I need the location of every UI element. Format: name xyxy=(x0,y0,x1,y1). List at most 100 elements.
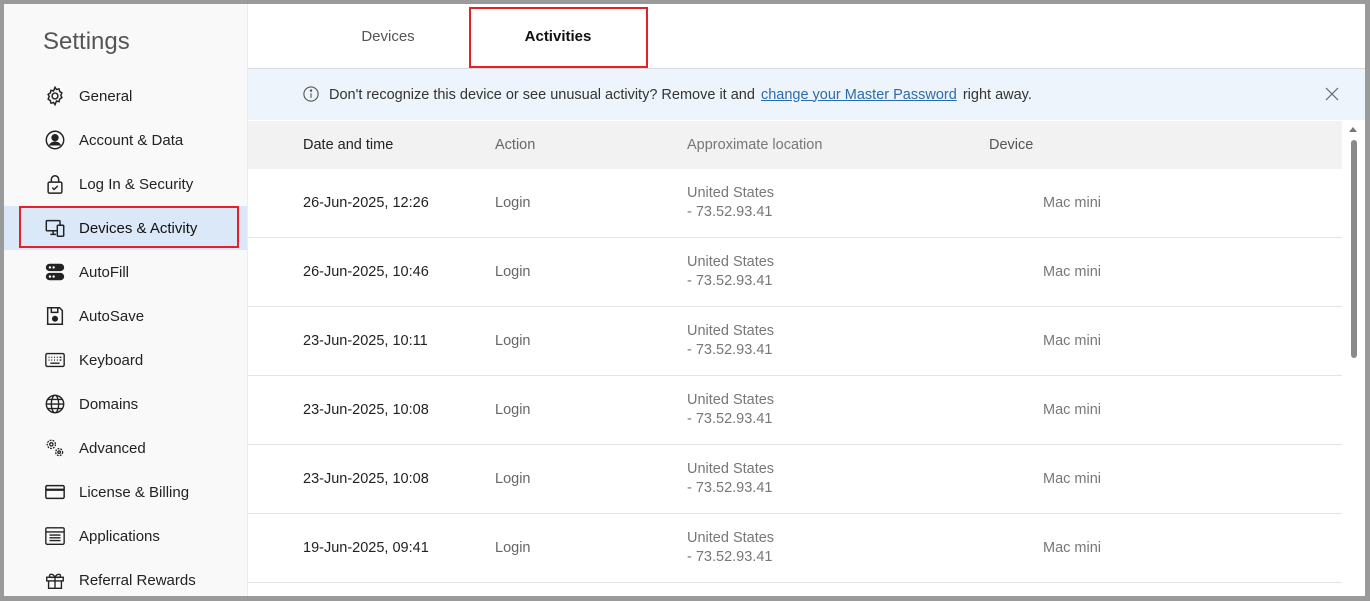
sidebar-item-advanced[interactable]: Advanced xyxy=(4,426,247,470)
cell-location: United States - 73.52.93.41 xyxy=(687,322,774,360)
sidebar-item-label: Account & Data xyxy=(79,131,184,149)
cell-location: United States - 73.52.93.41 xyxy=(687,184,774,222)
activity-table: Date and time Action Approximate locatio… xyxy=(248,121,1342,583)
sidebar-item-login-security[interactable]: Log In & Security xyxy=(4,162,247,206)
table-header: Date and time Action Approximate locatio… xyxy=(248,121,1342,169)
user-circle-icon xyxy=(44,129,66,151)
column-header-device[interactable]: Device xyxy=(989,137,1033,153)
cell-location: United States - 73.52.93.41 xyxy=(687,391,774,429)
cell-action: Login xyxy=(495,333,531,349)
sidebar-item-label: Referral Rewards xyxy=(79,571,196,589)
globe-icon xyxy=(44,393,66,415)
cell-action: Login xyxy=(495,402,531,418)
sidebar-item-license-billing[interactable]: License & Billing xyxy=(4,470,247,514)
location-country: United States xyxy=(687,530,775,546)
table-row: 23-Jun-2025, 10:08 Login United States - … xyxy=(248,445,1342,514)
location-ip: - 73.52.93.41 xyxy=(687,342,773,358)
location-ip: - 73.52.93.41 xyxy=(687,480,773,496)
cell-device: Mac mini xyxy=(1043,471,1102,487)
cell-device: Mac mini xyxy=(1043,264,1102,280)
sidebar-item-label: Advanced xyxy=(79,439,146,457)
cell-device: Mac mini xyxy=(1043,333,1102,349)
devices-icon xyxy=(44,217,66,239)
location-ip: - 73.52.93.41 xyxy=(687,411,773,427)
cell-location: United States - 73.52.93.41 xyxy=(687,253,774,291)
cell-location: United States - 73.52.93.41 xyxy=(687,529,774,567)
cell-date: 23-Jun-2025, 10:11 xyxy=(303,333,428,349)
cell-device: Mac mini xyxy=(1043,540,1102,556)
column-header-action[interactable]: Action xyxy=(495,137,535,153)
location-country: United States xyxy=(687,185,775,201)
sidebar-item-devices-activity[interactable]: Devices & Activity xyxy=(4,206,247,250)
location-country: United States xyxy=(687,254,775,270)
cell-action: Login xyxy=(495,264,531,280)
tab-bar: Devices Activities xyxy=(248,4,1365,69)
scrollbar-thumb[interactable] xyxy=(1351,140,1357,358)
sidebar-item-account-data[interactable]: Account & Data xyxy=(4,118,247,162)
location-country: United States xyxy=(687,392,775,408)
sidebar-item-label: Devices & Activity xyxy=(79,219,198,237)
gift-icon xyxy=(44,569,66,591)
table-row: 19-Jun-2025, 09:41 Login United States - … xyxy=(248,514,1342,583)
sidebar-title: Settings xyxy=(43,28,130,55)
sidebar-item-label: Applications xyxy=(79,527,160,545)
table-row: 23-Jun-2025, 10:08 Login United States - … xyxy=(248,376,1342,445)
gear-icon xyxy=(44,85,66,107)
tab-activities[interactable]: Activities xyxy=(469,4,647,68)
cell-date: 23-Jun-2025, 10:08 xyxy=(303,402,429,418)
cell-date: 26-Jun-2025, 10:46 xyxy=(303,264,429,280)
autofill-icon xyxy=(44,261,66,283)
banner-text-before: Don't recognize this device or see unusu… xyxy=(329,86,755,103)
cell-date: 23-Jun-2025, 10:08 xyxy=(303,471,429,487)
cell-date: 26-Jun-2025, 12:26 xyxy=(303,195,429,211)
cell-date: 19-Jun-2025, 09:41 xyxy=(303,540,429,556)
sidebar-item-label: Keyboard xyxy=(79,351,144,369)
credit-card-icon xyxy=(44,481,66,503)
cell-location: United States - 73.52.93.41 xyxy=(687,460,774,498)
sidebar-item-referral-rewards[interactable]: Referral Rewards xyxy=(4,558,247,596)
save-icon xyxy=(44,305,66,327)
table-row: 26-Jun-2025, 12:26 Login United States - … xyxy=(248,169,1342,238)
change-master-password-link[interactable]: change your Master Password xyxy=(761,87,957,103)
app-window: Settings General Account & Data Log In &… xyxy=(4,4,1365,596)
table-row: 23-Jun-2025, 10:11 Login United States - … xyxy=(248,307,1342,376)
scroll-up-arrow-icon[interactable] xyxy=(1349,127,1357,132)
close-icon[interactable] xyxy=(1323,85,1341,107)
sidebar-item-applications[interactable]: Applications xyxy=(4,514,247,558)
lock-icon xyxy=(44,173,66,195)
applications-icon xyxy=(44,525,66,547)
sidebar-item-autosave[interactable]: AutoSave xyxy=(4,294,247,338)
tab-devices[interactable]: Devices xyxy=(308,4,468,68)
cell-action: Login xyxy=(495,195,531,211)
main-content: Devices Activities Don't recognize this … xyxy=(248,4,1365,596)
sidebar-item-label: License & Billing xyxy=(79,483,190,501)
location-country: United States xyxy=(687,323,775,339)
location-country: United States xyxy=(687,461,775,477)
banner-text-after: right away. xyxy=(962,86,1032,103)
sidebar-item-keyboard[interactable]: Keyboard xyxy=(4,338,247,382)
location-ip: - 73.52.93.41 xyxy=(687,273,773,289)
cell-action: Login xyxy=(495,540,531,556)
sidebar-item-label: Domains xyxy=(79,395,139,413)
sidebar-item-autofill[interactable]: AutoFill xyxy=(4,250,247,294)
info-banner: Don't recognize this device or see unusu… xyxy=(248,69,1365,120)
table-row: 26-Jun-2025, 10:46 Login United States - … xyxy=(248,238,1342,307)
sidebar-nav: General Account & Data Log In & Security… xyxy=(4,74,247,596)
sidebar-item-label: Log In & Security xyxy=(79,175,194,193)
column-header-date[interactable]: Date and time xyxy=(303,137,393,153)
sidebar-item-label: AutoFill xyxy=(79,263,130,281)
cell-action: Login xyxy=(495,471,531,487)
banner-text: Don't recognize this device or see unusu… xyxy=(329,87,1032,103)
cell-device: Mac mini xyxy=(1043,195,1102,211)
column-header-location[interactable]: Approximate location xyxy=(687,137,822,153)
location-ip: - 73.52.93.41 xyxy=(687,204,773,220)
sidebar: Settings General Account & Data Log In &… xyxy=(4,4,248,596)
sidebar-item-label: General xyxy=(79,87,133,105)
sidebar-item-domains[interactable]: Domains xyxy=(4,382,247,426)
sidebar-item-label: AutoSave xyxy=(79,307,145,325)
advanced-gears-icon xyxy=(44,437,66,459)
keyboard-icon xyxy=(44,349,66,371)
info-icon xyxy=(302,85,320,107)
sidebar-item-general[interactable]: General xyxy=(4,74,247,118)
location-ip: - 73.52.93.41 xyxy=(687,549,773,565)
